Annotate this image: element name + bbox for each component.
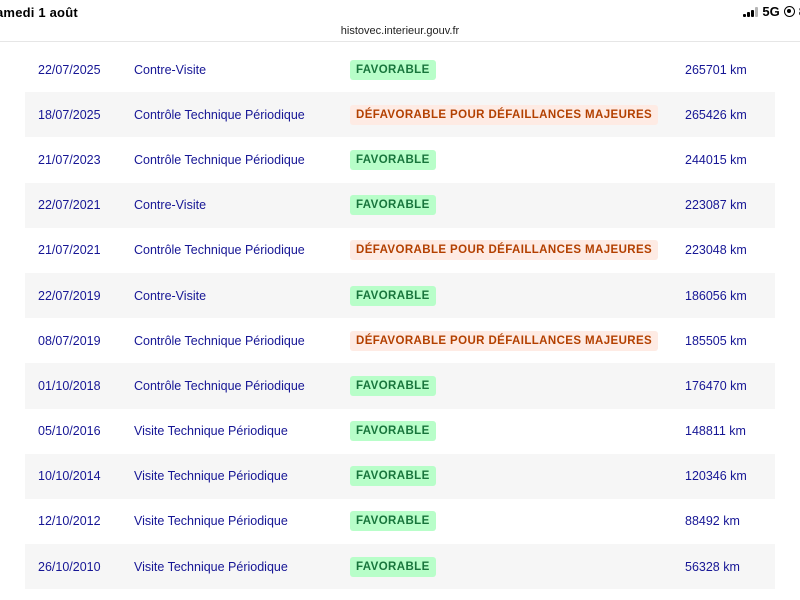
control-result: FAVORABLE bbox=[336, 511, 673, 532]
control-mileage: 265426 km bbox=[685, 107, 747, 122]
result-badge: FAVORABLE bbox=[350, 466, 436, 487]
control-date: 05/10/2016 bbox=[38, 424, 101, 439]
control-result: DÉFAVORABLE POUR DÉFAILLANCES MAJEURES bbox=[336, 240, 673, 261]
control-mileage: 120346 km bbox=[685, 469, 747, 484]
control-mileage: 148811 km bbox=[685, 424, 746, 439]
address-bar[interactable]: histovec.interieur.gouv.fr bbox=[0, 24, 800, 42]
result-badge: FAVORABLE bbox=[350, 195, 436, 216]
result-badge: FAVORABLE bbox=[350, 375, 436, 396]
control-result: DÉFAVORABLE POUR DÉFAILLANCES MAJEURES bbox=[336, 104, 673, 125]
table-row: 05/10/2016 Visite Technique Périodique F… bbox=[25, 409, 775, 454]
control-date: 10/10/2014 bbox=[38, 469, 101, 484]
control-mileage: 223087 km bbox=[685, 198, 747, 213]
control-mileage: 265701 km bbox=[685, 62, 747, 77]
control-type: Contrôle Technique Périodique bbox=[134, 333, 305, 348]
control-date: 22/07/2025 bbox=[38, 62, 101, 77]
table-row: 10/10/2014 Visite Technique Périodique F… bbox=[25, 453, 775, 499]
result-badge: DÉFAVORABLE POUR DÉFAILLANCES MAJEURES bbox=[350, 104, 659, 125]
table-row: 22/07/2019 Contre-Visite FAVORABLE 18605… bbox=[25, 272, 775, 319]
cellular-signal-icon bbox=[743, 6, 759, 17]
table-row: 08/07/2019 Contrôle Technique Périodique… bbox=[25, 318, 775, 363]
url-text: histovec.interieur.gouv.fr bbox=[340, 25, 460, 37]
control-date: 22/07/2021 bbox=[38, 198, 101, 213]
result-badge: FAVORABLE bbox=[350, 59, 436, 80]
status-indicators: 5G 8 bbox=[743, 4, 800, 19]
control-date: 08/07/2019 bbox=[38, 333, 101, 348]
result-badge: FAVORABLE bbox=[350, 421, 436, 442]
control-result: FAVORABLE bbox=[336, 59, 673, 80]
control-date: 21/07/2023 bbox=[38, 152, 101, 167]
result-badge: DÉFAVORABLE POUR DÉFAILLANCES MAJEURES bbox=[350, 330, 659, 351]
control-mileage: 186056 km bbox=[685, 288, 747, 303]
result-badge: FAVORABLE bbox=[350, 511, 436, 532]
table-row: 21/07/2023 Contrôle Technique Périodique… bbox=[25, 137, 775, 182]
control-mileage: 88492 km bbox=[685, 514, 740, 529]
control-type: Contrôle Technique Périodique bbox=[134, 152, 305, 167]
control-type: Visite Technique Périodique bbox=[134, 514, 288, 529]
status-bar: amedi 1 août 5G 8 bbox=[0, 0, 800, 24]
control-mileage: 56328 km bbox=[685, 559, 740, 574]
control-mileage: 176470 km bbox=[685, 378, 747, 393]
control-type: Contre-Visite bbox=[134, 198, 207, 213]
control-type: Contrôle Technique Périodique bbox=[134, 243, 305, 258]
control-type: Contrôle Technique Périodique bbox=[134, 378, 305, 393]
table-body: 22/07/2025 Contre-Visite FAVORABLE 26570… bbox=[25, 47, 775, 590]
table-row: 21/07/2021 Contrôle Technique Périodique… bbox=[25, 228, 775, 273]
control-type: Visite Technique Périodique bbox=[134, 424, 288, 439]
network-type: 5G bbox=[762, 4, 780, 19]
control-result: FAVORABLE bbox=[336, 195, 673, 216]
table-row: 01/10/2018 Contrôle Technique Périodique… bbox=[25, 363, 775, 409]
control-result: FAVORABLE bbox=[336, 556, 673, 577]
control-result: FAVORABLE bbox=[336, 149, 673, 170]
control-type: Contre-Visite bbox=[134, 288, 207, 303]
control-mileage: 185505 km bbox=[685, 333, 747, 348]
control-result: FAVORABLE bbox=[336, 375, 673, 396]
control-date: 01/10/2018 bbox=[38, 378, 101, 393]
table-row: 22/07/2021 Contre-Visite FAVORABLE 22308… bbox=[25, 182, 775, 228]
result-badge: FAVORABLE bbox=[350, 285, 436, 306]
table-row: 22/07/2025 Contre-Visite FAVORABLE 26570… bbox=[25, 47, 775, 92]
control-result: FAVORABLE bbox=[336, 466, 673, 487]
control-type: Contrôle Technique Périodique bbox=[134, 107, 305, 122]
control-mileage: 244015 km bbox=[685, 152, 747, 167]
table-row: 18/07/2025 Contrôle Technique Périodique… bbox=[25, 92, 775, 138]
control-type: Contre-Visite bbox=[134, 62, 207, 77]
result-badge: FAVORABLE bbox=[350, 556, 436, 577]
table-row: 26/10/2010 Visite Technique Périodique F… bbox=[25, 544, 775, 590]
result-badge: FAVORABLE bbox=[350, 149, 436, 170]
control-mileage: 223048 km bbox=[685, 243, 747, 258]
control-result: DÉFAVORABLE POUR DÉFAILLANCES MAJEURES bbox=[336, 330, 673, 351]
location-icon bbox=[783, 6, 795, 17]
control-date: 12/10/2012 bbox=[38, 514, 101, 529]
control-date: 21/07/2021 bbox=[38, 243, 101, 258]
control-type: Visite Technique Périodique bbox=[134, 469, 288, 484]
control-date: 18/07/2025 bbox=[38, 107, 101, 122]
control-date: 22/07/2019 bbox=[38, 288, 101, 303]
table-row: 12/10/2012 Visite Technique Périodique F… bbox=[25, 499, 775, 544]
control-result: FAVORABLE bbox=[336, 421, 673, 442]
control-type: Visite Technique Périodique bbox=[134, 559, 288, 574]
control-date: 26/10/2010 bbox=[38, 559, 101, 574]
status-date: amedi 1 août bbox=[0, 5, 78, 20]
technical-controls-table: 22/07/2025 Contre-Visite FAVORABLE 26570… bbox=[25, 47, 775, 590]
result-badge: DÉFAVORABLE POUR DÉFAILLANCES MAJEURES bbox=[350, 240, 659, 261]
control-result: FAVORABLE bbox=[336, 285, 673, 306]
